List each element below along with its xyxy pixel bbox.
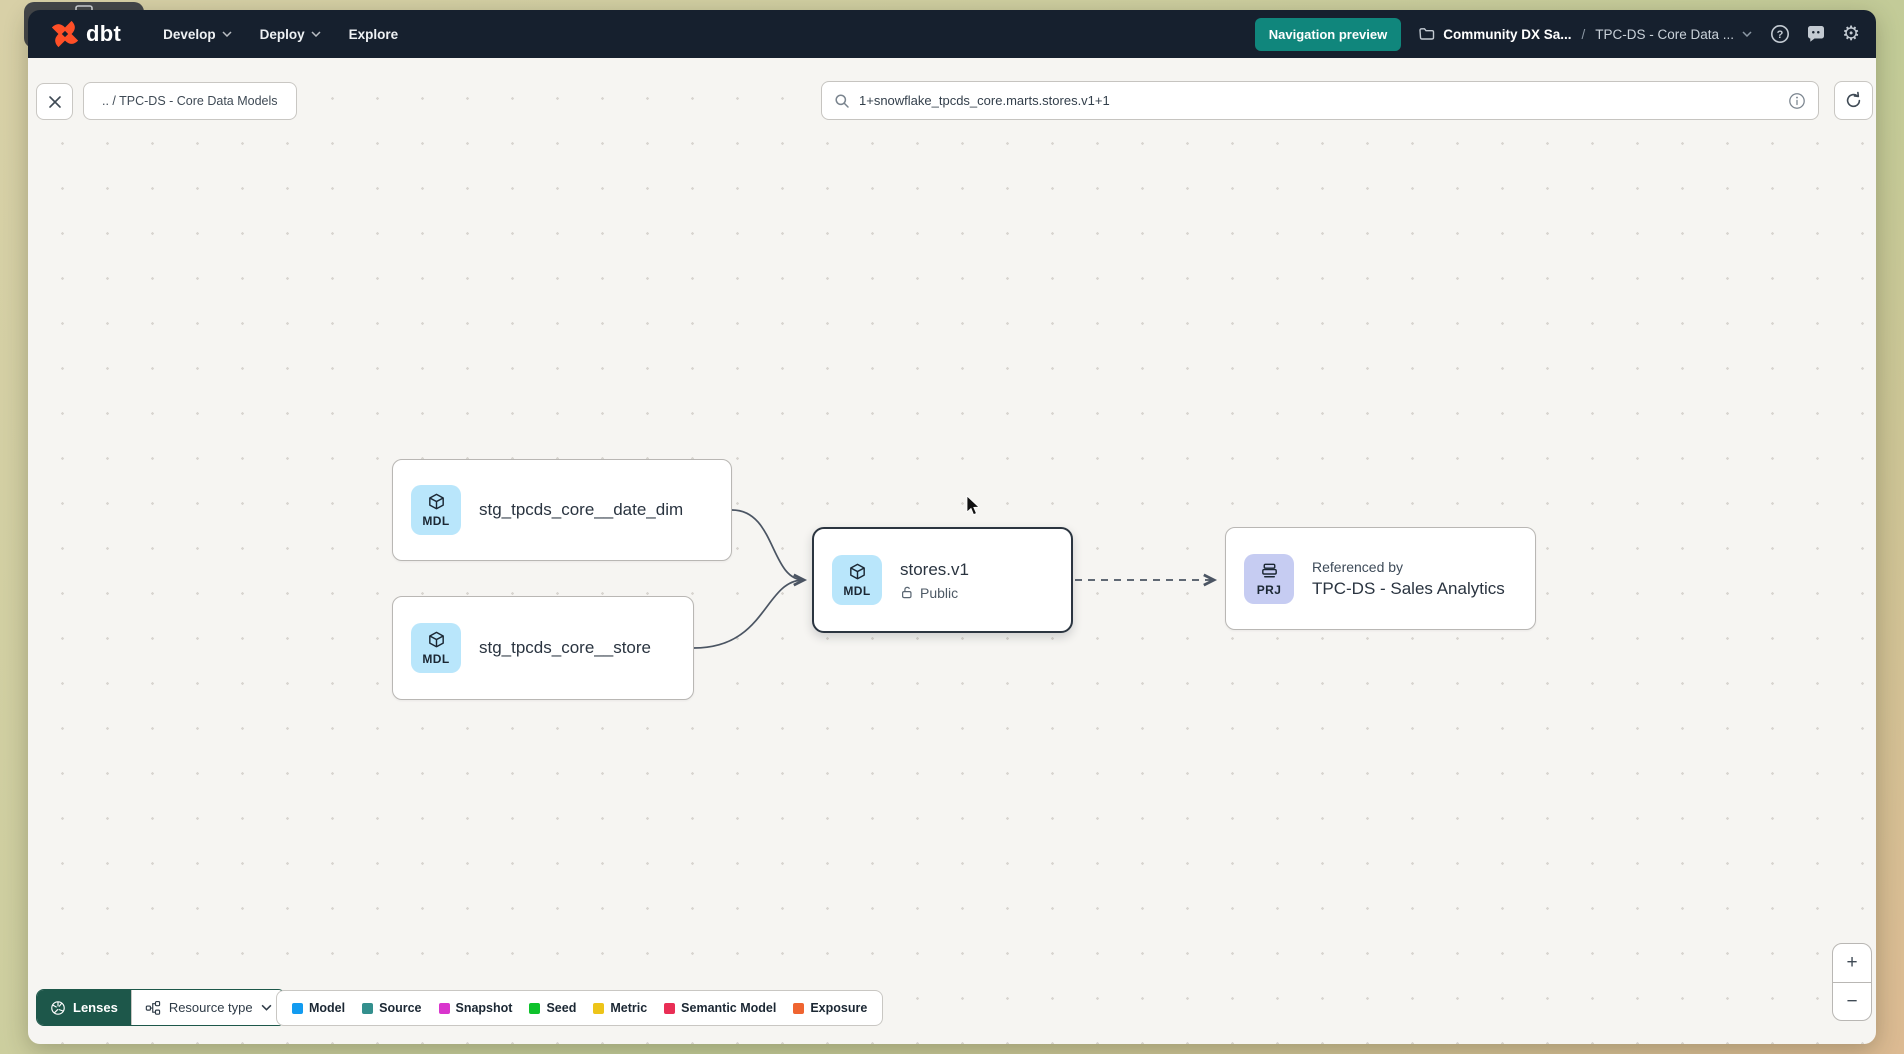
legend-item: Semantic Model	[664, 1001, 776, 1015]
info-icon[interactable]	[1788, 92, 1806, 110]
nav-deploy-label: Deploy	[260, 27, 305, 42]
node-access: Public	[900, 585, 969, 601]
topbar-icons: ? ⚙	[1770, 24, 1860, 44]
node-stg-tpcds-core-store[interactable]: MDL stg_tpcds_core__store	[392, 596, 694, 700]
breadcrumb[interactable]: Community DX Sa... / TPC-DS - Core Data …	[1419, 27, 1752, 42]
zoom-control: + −	[1832, 943, 1872, 1021]
project-badge: PRJ	[1244, 554, 1294, 604]
selector-input[interactable]	[859, 93, 1779, 108]
dbt-logo[interactable]: dbt	[50, 19, 121, 49]
breadcrumb-project: TPC-DS - Core Data ...	[1595, 27, 1734, 42]
legend-label: Semantic Model	[681, 1001, 776, 1015]
app-window: dbt Develop Deploy Explore Navigation pr…	[28, 10, 1876, 1044]
nav-develop[interactable]: Develop	[149, 10, 246, 58]
lineage-canvas[interactable]: .. / TPC-DS - Core Data Models MDL stg_t…	[28, 58, 1876, 1044]
close-lineage-button[interactable]	[36, 83, 73, 120]
legend-label: Seed	[546, 1001, 576, 1015]
node-stg-tpcds-core-date-dim[interactable]: MDL stg_tpcds_core__date_dim	[392, 459, 732, 561]
node-stores-v1[interactable]: MDL stores.v1 Public	[812, 527, 1073, 633]
lenses-button[interactable]: Lenses	[37, 990, 131, 1025]
chevron-down-icon	[1742, 31, 1752, 37]
badge-label: PRJ	[1257, 583, 1282, 597]
legend-swatch	[292, 1003, 303, 1014]
close-icon	[48, 95, 62, 109]
lineage-breadcrumb-label: .. / TPC-DS - Core Data Models	[102, 94, 278, 108]
legend-item: Snapshot	[439, 1001, 513, 1015]
folder-icon	[1419, 27, 1435, 41]
lens-aperture-icon	[50, 1000, 66, 1016]
breadcrumb-account: Community DX Sa...	[1443, 27, 1571, 42]
settings-gear-icon[interactable]: ⚙	[1842, 24, 1860, 44]
node-title: stg_tpcds_core__store	[479, 638, 651, 658]
lineage-breadcrumb[interactable]: .. / TPC-DS - Core Data Models	[83, 82, 297, 120]
chevron-down-icon	[311, 31, 321, 37]
model-cube-icon	[426, 630, 447, 651]
node-kicker: Referenced by	[1312, 559, 1505, 575]
legend-swatch	[664, 1003, 675, 1014]
model-cube-icon	[847, 562, 868, 583]
chevron-down-icon	[261, 1004, 272, 1011]
chevron-down-icon	[222, 31, 232, 37]
legend-item: Source	[362, 1001, 421, 1015]
legend-swatch	[529, 1003, 540, 1014]
node-title: stg_tpcds_core__date_dim	[479, 500, 683, 520]
legend-item: Metric	[593, 1001, 647, 1015]
refresh-graph-button[interactable]	[1834, 81, 1873, 120]
nav-develop-label: Develop	[163, 27, 216, 42]
badge-label: MDL	[422, 514, 449, 528]
navigation-preview-badge[interactable]: Navigation preview	[1255, 18, 1401, 51]
topbar-right: Navigation preview Community DX Sa... / …	[1255, 18, 1860, 51]
legend-item: Exposure	[793, 1001, 867, 1015]
legend-swatch	[362, 1003, 373, 1014]
legend-swatch	[793, 1003, 804, 1014]
edge-store-stores	[694, 580, 802, 648]
dbt-logo-icon	[50, 19, 80, 49]
legend-label: Snapshot	[456, 1001, 513, 1015]
resource-graph-icon	[145, 1000, 161, 1016]
resource-type-label: Resource type	[169, 1000, 253, 1015]
unlock-icon	[900, 585, 914, 600]
mouse-cursor	[965, 495, 983, 517]
node-referenced-by-sales-analytics[interactable]: PRJ Referenced by TPC-DS - Sales Analyti…	[1225, 527, 1536, 630]
legend: Model Source Snapshot Seed Metric Semantic Mo…	[276, 990, 883, 1026]
lineage-search	[821, 81, 1819, 120]
nav-explore-label: Explore	[349, 27, 399, 42]
model-badge: MDL	[411, 623, 461, 673]
lenses-label: Lenses	[73, 1000, 118, 1015]
dbt-logo-text: dbt	[86, 21, 121, 47]
legend-label: Metric	[610, 1001, 647, 1015]
breadcrumb-separator: /	[1580, 27, 1588, 42]
legend-label: Model	[309, 1001, 345, 1015]
node-access-label: Public	[920, 585, 958, 601]
zoom-out-button[interactable]: −	[1833, 982, 1871, 1020]
project-stack-icon	[1259, 561, 1280, 582]
footer-controls: Lenses Resource type	[36, 989, 286, 1026]
nav-explore[interactable]: Explore	[335, 10, 413, 58]
refresh-icon	[1844, 91, 1863, 110]
model-badge: MDL	[832, 555, 882, 605]
node-title: stores.v1	[900, 560, 969, 579]
legend-label: Exposure	[810, 1001, 867, 1015]
badge-label: MDL	[843, 584, 870, 598]
legend-label: Source	[379, 1001, 421, 1015]
edge-datedim-stores	[732, 510, 804, 580]
model-badge: MDL	[411, 485, 461, 535]
node-title: TPC-DS - Sales Analytics	[1312, 579, 1505, 599]
zoom-in-button[interactable]: +	[1833, 944, 1871, 982]
resource-type-dropdown[interactable]: Resource type	[131, 990, 285, 1025]
help-icon[interactable]: ?	[1770, 24, 1790, 44]
top-navbar: dbt Develop Deploy Explore Navigation pr…	[28, 10, 1876, 58]
model-cube-icon	[426, 492, 447, 513]
feedback-icon[interactable]	[1806, 24, 1826, 44]
legend-item: Model	[292, 1001, 345, 1015]
svg-text:?: ?	[1777, 29, 1784, 41]
badge-label: MDL	[422, 652, 449, 666]
legend-swatch	[593, 1003, 604, 1014]
nav-deploy[interactable]: Deploy	[246, 10, 335, 58]
search-icon	[834, 93, 850, 109]
legend-item: Seed	[529, 1001, 576, 1015]
legend-swatch	[439, 1003, 450, 1014]
